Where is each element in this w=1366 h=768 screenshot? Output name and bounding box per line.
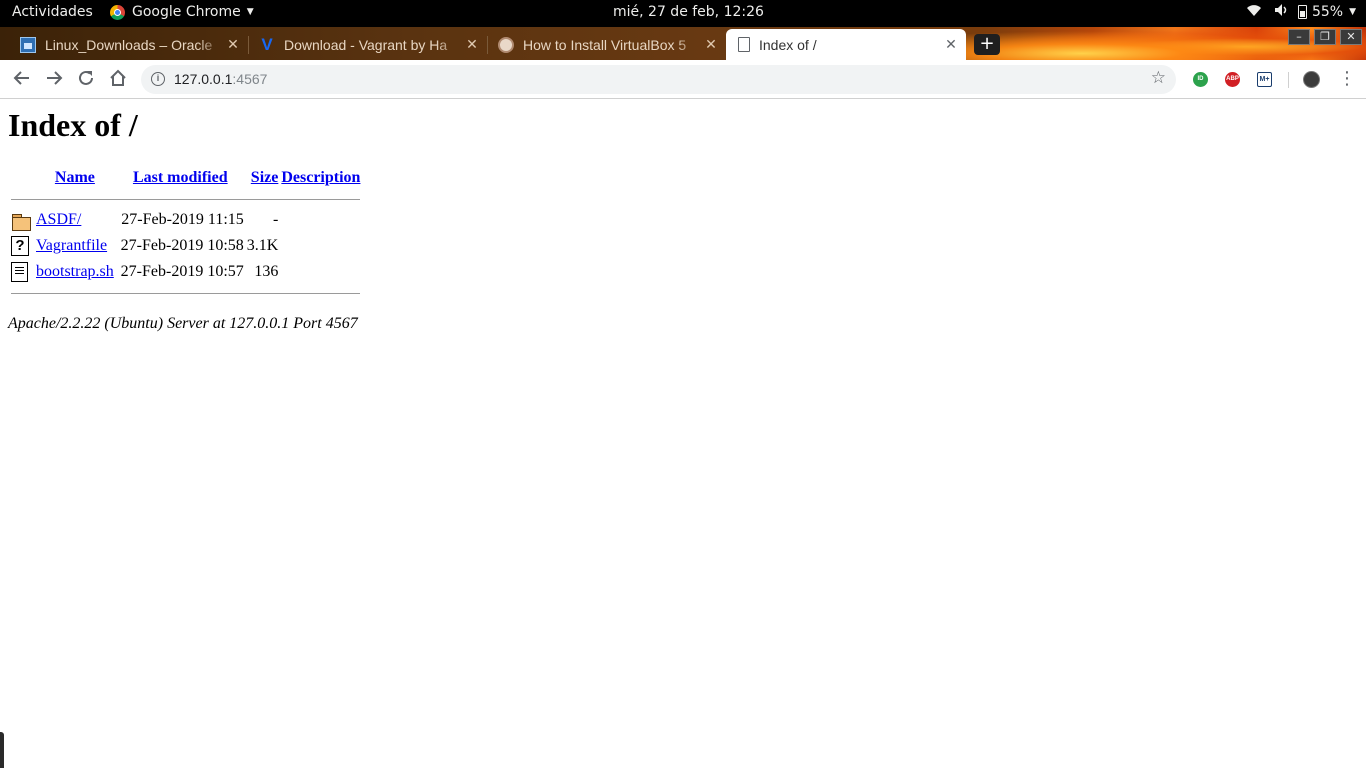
tab-title: How to Install VirtualBox 5 <box>523 36 687 53</box>
home-button[interactable] <box>108 69 128 89</box>
unknown-file-icon: ? <box>11 236 29 256</box>
tab-index-of[interactable]: Index of / ✕ <box>726 29 966 60</box>
howto-favicon-icon <box>498 36 514 53</box>
description-cell <box>281 234 360 258</box>
address-bar[interactable]: i 127.0.0.1:4567 ☆ <box>141 65 1176 94</box>
tab-title: Download - Vagrant by Ha <box>284 36 448 53</box>
forward-button[interactable] <box>44 69 64 89</box>
url-text[interactable]: 127.0.0.1:4567 <box>174 71 267 87</box>
bookmark-star-icon[interactable]: ☆ <box>1151 68 1166 88</box>
table-header-row: Name Last modified Size Description <box>11 166 361 190</box>
tab-linux-downloads[interactable]: Linux_Downloads – Oracle ✕ <box>10 29 249 60</box>
sort-by-modified-link[interactable]: Last modified <box>133 169 228 186</box>
file-link[interactable]: ASDF/ <box>36 211 81 228</box>
app-menu-label: Google Chrome <box>132 4 241 20</box>
name-column-header[interactable]: Name <box>36 166 114 190</box>
url-host: 127.0.0.1 <box>174 71 233 87</box>
directory-listing-table: Name Last modified Size Description ASDF… <box>8 164 363 302</box>
tab-strip: Linux_Downloads – Oracle ✕ V Download - … <box>0 27 1366 60</box>
file-link[interactable]: Vagrantfile <box>36 237 107 254</box>
server-signature: Apache/2.2.22 (Ubuntu) Server at 127.0.0… <box>8 315 358 332</box>
sort-by-size-link[interactable]: Size <box>251 169 279 186</box>
chrome-menu-icon[interactable]: ⋮ <box>1338 68 1356 89</box>
horizontal-rule <box>11 198 361 200</box>
new-tab-button[interactable]: + <box>974 34 1000 55</box>
folder-icon <box>11 211 31 231</box>
sort-by-description-link[interactable]: Description <box>281 169 360 186</box>
battery-icon <box>1297 5 1307 19</box>
toolbar-separator <box>1288 72 1289 88</box>
tab-title: Index of / <box>759 36 817 53</box>
tab-vagrant-download[interactable]: V Download - Vagrant by Ha ✕ <box>249 29 488 60</box>
description-column-header[interactable]: Description <box>281 166 360 190</box>
modified-cell: 27-Feb-2019 10:58 <box>120 237 244 254</box>
clock[interactable]: mié, 27 de feb, 12:26 <box>613 4 764 20</box>
extension-id-icon[interactable]: ID <box>1193 72 1208 87</box>
table-row: ASDF/ 27-Feb-2019 11:15 - <box>11 208 360 232</box>
document-favicon-icon <box>738 37 750 52</box>
table-row: bootstrap.sh 27-Feb-2019 10:57 136 <box>11 260 360 284</box>
sort-by-name-link[interactable]: Name <box>55 169 95 186</box>
activities-button[interactable]: Actividades <box>12 4 93 20</box>
close-tab-icon[interactable]: ✕ <box>463 36 481 53</box>
chrome-logo-icon <box>110 4 125 20</box>
description-cell <box>281 260 360 284</box>
size-cell: - <box>273 211 279 228</box>
adblock-plus-icon[interactable]: ABP <box>1225 72 1240 87</box>
maximize-button[interactable]: ❐ <box>1314 29 1336 45</box>
browser-toolbar: i 127.0.0.1:4567 ☆ ID ABP M+ ⋮ <box>0 60 1366 99</box>
page-content: Index of / Name Last modified Size Descr… <box>0 100 1366 768</box>
volume-icon <box>1274 3 1288 21</box>
battery-percent: 55% <box>1311 4 1344 20</box>
modified-cell: 27-Feb-2019 10:57 <box>120 263 244 280</box>
size-cell: 136 <box>254 263 279 280</box>
reload-button[interactable] <box>76 69 96 89</box>
movistar-plus-icon[interactable]: M+ <box>1257 72 1272 87</box>
back-button[interactable] <box>12 69 32 89</box>
reload-icon <box>79 70 93 85</box>
modified-cell: 27-Feb-2019 11:15 <box>121 211 244 228</box>
minimize-button[interactable]: – <box>1288 29 1310 45</box>
site-info-icon[interactable]: i <box>151 72 165 86</box>
text-file-icon <box>11 262 28 282</box>
close-window-button[interactable]: ✕ <box>1340 29 1362 45</box>
profile-avatar[interactable] <box>1303 71 1320 88</box>
icon-column-header <box>11 166 33 190</box>
gnome-top-bar: Actividades Google Chrome ▼ mié, 27 de f… <box>0 0 1366 27</box>
close-tab-icon[interactable]: ✕ <box>942 36 960 53</box>
description-cell <box>281 208 360 232</box>
caret-down-icon: ▼ <box>246 7 254 17</box>
tab-install-virtualbox[interactable]: How to Install VirtualBox 5 ✕ <box>488 29 726 60</box>
system-tray[interactable]: 55% ▼ <box>1234 3 1356 21</box>
close-tab-icon[interactable]: ✕ <box>702 36 720 53</box>
file-link[interactable]: bootstrap.sh <box>36 263 114 280</box>
window-controls: – ❐ ✕ <box>1284 29 1362 45</box>
arrow-right-icon <box>47 71 63 85</box>
caret-down-icon: ▼ <box>1349 7 1356 17</box>
wifi-icon <box>1246 3 1262 21</box>
horizontal-rule <box>11 292 361 294</box>
modified-column-header[interactable]: Last modified <box>117 166 244 190</box>
size-cell: 3.1K <box>246 237 279 254</box>
page-title: Index of / <box>8 107 138 143</box>
table-row: ? Vagrantfile 27-Feb-2019 10:58 3.1K <box>11 234 360 258</box>
url-port: :4567 <box>232 71 268 87</box>
vagrant-favicon-icon: V <box>261 34 273 54</box>
dock-edge <box>0 732 4 768</box>
app-menu[interactable]: Google Chrome ▼ <box>110 4 254 20</box>
close-tab-icon[interactable]: ✕ <box>224 36 242 53</box>
home-icon <box>110 69 126 86</box>
tab-title: Linux_Downloads – Oracle <box>45 36 213 53</box>
separator-row <box>11 192 361 206</box>
arrow-left-icon <box>13 71 29 85</box>
battery-indicator: 55% ▼ <box>1297 4 1356 20</box>
oracle-favicon-icon <box>20 36 36 53</box>
separator-row <box>11 286 361 300</box>
size-column-header[interactable]: Size <box>247 166 279 190</box>
